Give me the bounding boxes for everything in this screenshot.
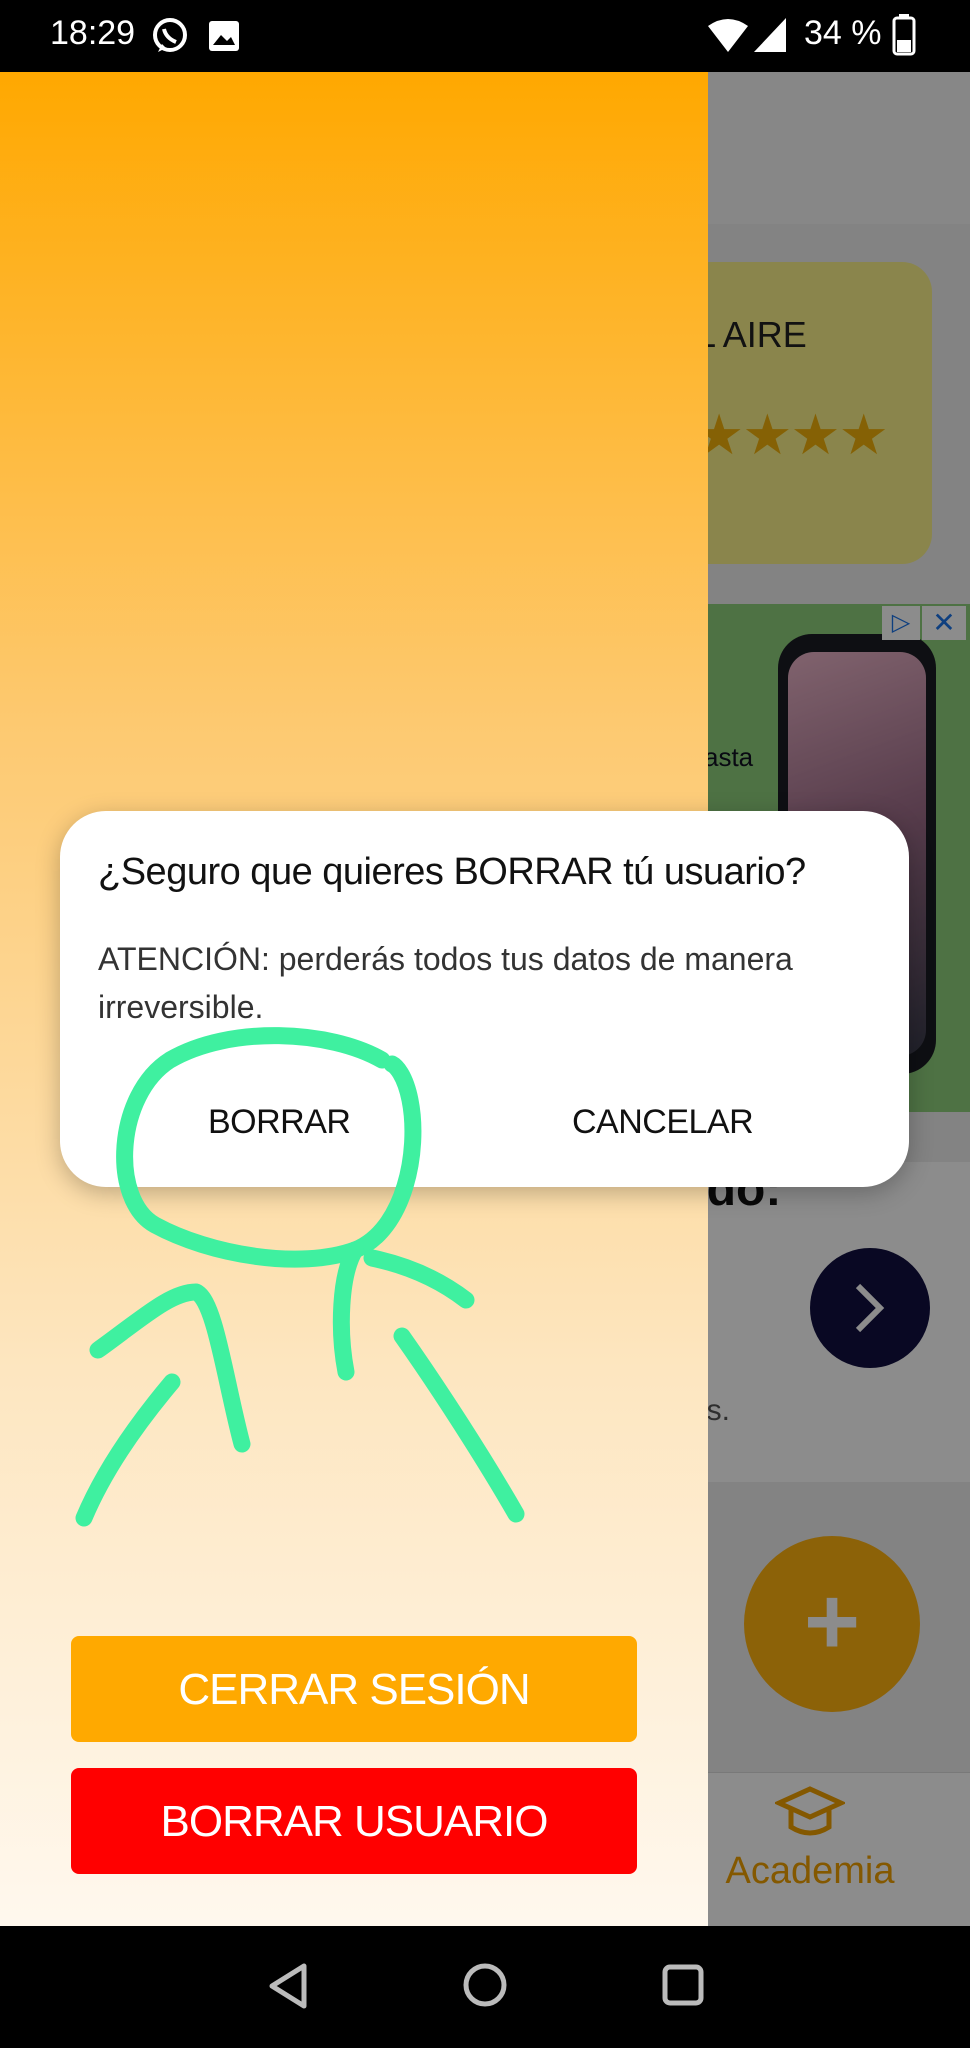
dialog-confirm-button[interactable]: BORRAR <box>208 1103 351 1142</box>
logout-button[interactable]: CERRAR SESIÓN <box>71 1636 637 1742</box>
back-icon[interactable] <box>266 1962 310 2010</box>
wifi-icon <box>708 19 748 52</box>
system-navigation-bar <box>0 1926 970 2048</box>
delete-user-button[interactable]: BORRAR USUARIO <box>71 1768 637 1874</box>
home-icon[interactable] <box>462 1962 508 2008</box>
status-bar: 18:29 34 % <box>0 0 970 72</box>
battery-icon <box>892 14 916 56</box>
signal-icon <box>754 18 786 52</box>
recents-icon[interactable] <box>662 1964 704 2006</box>
dialog-title: ¿Seguro que quieres BORRAR tú usuario? <box>98 851 806 893</box>
image-icon <box>209 21 239 51</box>
dialog-cancel-button[interactable]: CANCELAR <box>572 1103 754 1142</box>
clock: 18:29 <box>50 14 136 52</box>
battery-percent: 34 % <box>804 14 882 52</box>
confirm-dialog: ¿Seguro que quieres BORRAR tú usuario? A… <box>60 811 909 1187</box>
whatsapp-icon <box>153 18 187 52</box>
dialog-message: ATENCIÓN: perderás todos tus datos de ma… <box>98 941 793 1025</box>
